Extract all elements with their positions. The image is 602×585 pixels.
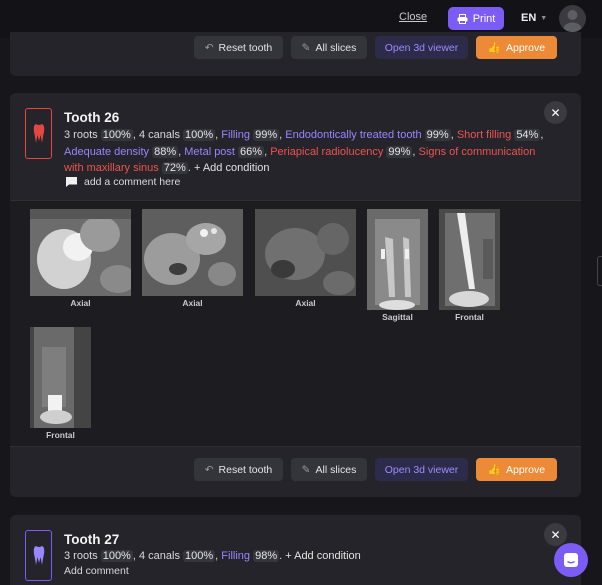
comment-icon	[66, 177, 77, 187]
add-comment-label: add a comment here	[84, 176, 181, 188]
slice-label: Axial	[182, 298, 203, 308]
condition-canals[interactable]: 4 canals	[139, 129, 180, 141]
condition-probability: 100%	[100, 129, 133, 141]
slice-label: Sagittal	[382, 312, 413, 322]
reset-tooth-label: Reset tooth	[218, 463, 273, 476]
language-select[interactable]: EN ▼	[521, 12, 547, 24]
chat-icon	[564, 553, 578, 567]
all-slices-label: All slices	[315, 463, 357, 476]
thumbs-up-icon: 👍	[487, 464, 501, 476]
condition-roots[interactable]: 3 roots	[64, 129, 98, 141]
thumbs-up-icon: 👍	[487, 42, 501, 54]
slice-label: Frontal	[455, 312, 484, 322]
card-actions: ↶ Reset tooth ✎ All slices Open 3d viewe…	[194, 36, 557, 59]
slice-thumbnail[interactable]: Axial	[30, 209, 131, 309]
slice-label: Frontal	[46, 430, 75, 440]
close-link[interactable]: Close	[399, 11, 427, 23]
slice-image	[30, 327, 91, 428]
close-icon[interactable]: ✕	[544, 523, 567, 546]
add-comment[interactable]: add a comment here	[65, 176, 180, 188]
slice-label: Axial	[70, 298, 91, 308]
printer-icon	[457, 13, 468, 24]
condition-metal-post[interactable]: Metal post	[184, 146, 235, 158]
tooth-title: Tooth 26	[64, 110, 120, 125]
approve-label: Approve	[505, 463, 546, 476]
slice-image	[255, 209, 356, 296]
condition-probability: 100%	[183, 550, 216, 562]
reset-tooth-label: Reset tooth	[218, 41, 273, 54]
open-3d-viewer-button[interactable]: Open 3d viewer	[375, 458, 468, 481]
chevron-down-icon: ▼	[540, 14, 548, 22]
avatar[interactable]	[559, 5, 586, 32]
language-label: EN	[521, 12, 537, 24]
print-label: Print	[472, 12, 496, 25]
slice-thumbnail[interactable]: Frontal	[439, 209, 500, 323]
condition-probability: 99%	[386, 145, 413, 158]
conditions-list: 3 roots 100%, 4 canals 100%, Filling 98%…	[64, 550, 361, 562]
condition-probability: 54%	[514, 129, 541, 141]
condition-probability: 99%	[424, 129, 451, 141]
add-comment-label: Add comment	[64, 565, 129, 577]
condition-filling[interactable]: Filling	[221, 129, 250, 141]
pencil-icon: ✎	[301, 41, 311, 54]
slices-gallery: Axial Axial Axial Sagittal Frontal Front…	[10, 200, 581, 447]
all-slices-label: All slices	[315, 41, 357, 54]
slice-image	[439, 209, 500, 310]
slice-thumbnail[interactable]: Frontal	[30, 327, 91, 441]
slice-thumbnail[interactable]: Axial	[255, 209, 356, 309]
undo-icon: ↶	[204, 463, 214, 476]
card-actions: ↶ Reset tooth ✎ All slices Open 3d viewe…	[194, 458, 557, 481]
tooth-card-27: Tooth 27 3 roots 100%, 4 canals 100%, Fi…	[10, 515, 581, 585]
undo-icon: ↶	[204, 41, 214, 54]
chat-button[interactable]	[554, 543, 588, 577]
pencil-icon: ✎	[301, 463, 311, 476]
tooth-icon	[33, 123, 44, 143]
approve-button[interactable]: 👍 Approve	[476, 458, 557, 481]
condition-short-filling[interactable]: Short filling	[457, 129, 511, 141]
condition-adequate-density[interactable]: Adequate density	[64, 146, 149, 158]
condition-canals[interactable]: 4 canals	[139, 550, 180, 562]
tooth-title: Tooth 27	[64, 532, 120, 547]
add-condition-link[interactable]: + Add condition	[285, 550, 361, 562]
reset-tooth-button[interactable]: ↶ Reset tooth	[194, 458, 283, 481]
condition-roots[interactable]: 3 roots	[64, 550, 98, 562]
condition-probability: 88%	[152, 145, 179, 158]
add-condition-link[interactable]: + Add condition	[194, 162, 270, 174]
user-icon	[563, 10, 582, 32]
add-comment[interactable]: Add comment	[64, 565, 129, 577]
condition-filling[interactable]: Filling	[221, 550, 250, 562]
conditions-list: 3 roots 100%, 4 canals 100%, Filling 99%…	[64, 129, 544, 174]
slice-image	[30, 209, 131, 296]
close-icon[interactable]: ✕	[544, 101, 567, 124]
print-button[interactable]: Print	[448, 7, 504, 30]
side-panel-handle[interactable]	[597, 256, 602, 286]
all-slices-button[interactable]: ✎ All slices	[291, 458, 367, 481]
condition-periapical-radiolucency[interactable]: Periapical radiolucency	[270, 146, 383, 158]
approve-button[interactable]: 👍 Approve	[476, 36, 557, 59]
condition-probability: 72%	[161, 162, 188, 174]
tooth-27-badge	[25, 530, 52, 581]
slice-thumbnail[interactable]: Axial	[142, 209, 243, 309]
slice-image	[367, 209, 428, 310]
tooth-icon	[33, 545, 44, 565]
condition-endodontically-treated[interactable]: Endodontically treated tooth	[285, 129, 421, 141]
condition-probability: 99%	[253, 129, 280, 141]
slice-label: Axial	[295, 298, 316, 308]
slice-image	[142, 209, 243, 296]
approve-label: Approve	[505, 41, 546, 54]
condition-probability: 100%	[183, 129, 216, 141]
open-3d-viewer-button[interactable]: Open 3d viewer	[375, 36, 468, 59]
tooth-26-badge	[25, 108, 52, 159]
condition-probability: 100%	[100, 550, 133, 562]
reset-tooth-button[interactable]: ↶ Reset tooth	[194, 36, 283, 59]
condition-probability: 98%	[253, 550, 280, 562]
slice-thumbnail[interactable]: Sagittal	[367, 209, 428, 323]
tooth-card-26: Tooth 26 3 roots 100%, 4 canals 100%, Fi…	[10, 93, 581, 497]
all-slices-button[interactable]: ✎ All slices	[291, 36, 367, 59]
tooth-card-previous: ↶ Reset tooth ✎ All slices Open 3d viewe…	[10, 32, 581, 76]
condition-probability: 66%	[238, 145, 265, 158]
